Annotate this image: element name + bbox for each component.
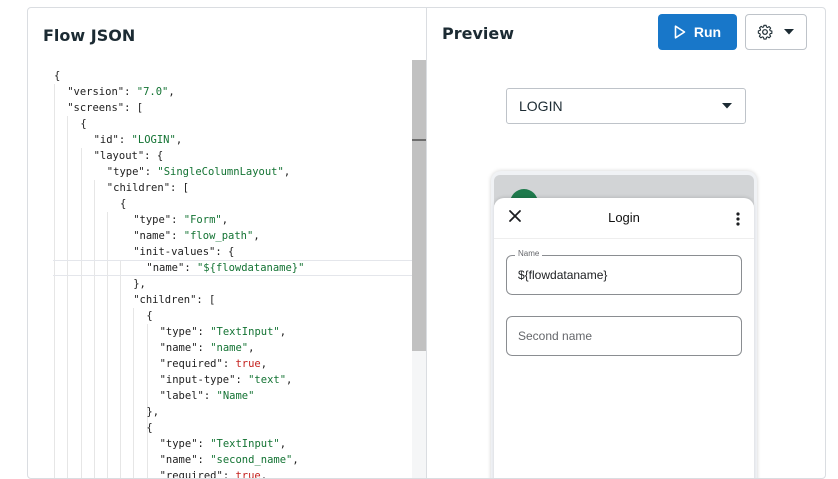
code-line: "input-type": "text",: [159, 374, 293, 386]
flow-screen-sheet: Login Name ${flowdataname} Second name: [494, 198, 754, 478]
second-name-placeholder: Second name: [518, 329, 593, 343]
more-vertical-icon[interactable]: [735, 211, 741, 227]
gear-icon: [757, 24, 773, 40]
editor-scrollbar-thumb[interactable]: [412, 60, 426, 351]
code-line: "layout": {: [93, 150, 164, 162]
code-line: "init-values": {: [133, 246, 235, 258]
editor-scroll-marker: [412, 139, 426, 141]
code-line: "label": "Name": [159, 390, 255, 402]
preview-panel-title: Preview: [442, 24, 515, 43]
code-line: "version": "7.0",: [67, 86, 175, 98]
indent-guide: [147, 324, 148, 478]
play-icon: [674, 25, 686, 39]
settings-button[interactable]: [745, 14, 807, 50]
preview-panel: Preview Run LOGIN Login Name ${flowdatan…: [427, 8, 825, 478]
code-line: "required": true,: [159, 470, 268, 478]
screen-select-value: LOGIN: [519, 98, 563, 114]
indent-guide: [120, 260, 121, 478]
json-panel-title: Flow JSON: [43, 26, 136, 45]
chevron-down-icon: [722, 103, 732, 109]
code-line-active: "name": "${flowdataname}": [53, 260, 412, 276]
indent-guide: [133, 308, 134, 478]
code-line: "name": "second_name",: [159, 454, 299, 466]
code-line: {: [146, 422, 153, 434]
name-field[interactable]: Name ${flowdataname}: [506, 249, 742, 295]
code-line: "type": "Form",: [133, 214, 229, 226]
indent-guide: [54, 84, 55, 478]
code-line: {: [146, 310, 153, 322]
json-editor-panel: Flow JSON { "version": "7.0", "screens": […: [28, 8, 427, 478]
code-line: "type": "TextInput",: [159, 326, 287, 338]
code-line: "id": "LOGIN",: [93, 134, 183, 146]
code-line: "type": "SingleColumnLayout",: [106, 166, 291, 178]
code-line: "name": "name",: [159, 342, 255, 354]
flow-editor-frame: Flow JSON { "version": "7.0", "screens": […: [27, 7, 826, 479]
indent-guide: [67, 116, 68, 478]
code-line: "type": "TextInput",: [159, 438, 287, 450]
code-line: "children": [: [133, 294, 216, 306]
indent-guide: [94, 180, 95, 478]
code-line: "screens": [: [67, 102, 144, 114]
run-button[interactable]: Run: [658, 14, 737, 50]
chevron-down-icon: [784, 29, 794, 35]
run-button-label: Run: [693, 24, 722, 40]
code-line: "children": [: [106, 182, 189, 194]
screen-select-dropdown[interactable]: LOGIN: [506, 88, 746, 124]
name-field-label: Name: [515, 249, 543, 258]
code-line: },: [133, 278, 146, 290]
sheet-title: Login: [608, 210, 640, 225]
name-field-value: ${flowdataname}: [518, 268, 608, 282]
code-line: "required": true,: [159, 358, 268, 370]
code-line: {: [80, 118, 87, 130]
indent-guide: [107, 212, 108, 478]
indent-guide: [81, 148, 82, 478]
code-line: },: [146, 406, 160, 418]
second-name-field[interactable]: Second name: [506, 316, 742, 356]
json-code-editor[interactable]: { "version": "7.0", "screens": [ { "id": "LO…: [28, 60, 412, 478]
code-line: {: [120, 198, 127, 210]
sheet-header: Login: [494, 198, 754, 239]
code-line: "name": "flow_path",: [133, 230, 260, 242]
code-line: {: [54, 70, 61, 82]
